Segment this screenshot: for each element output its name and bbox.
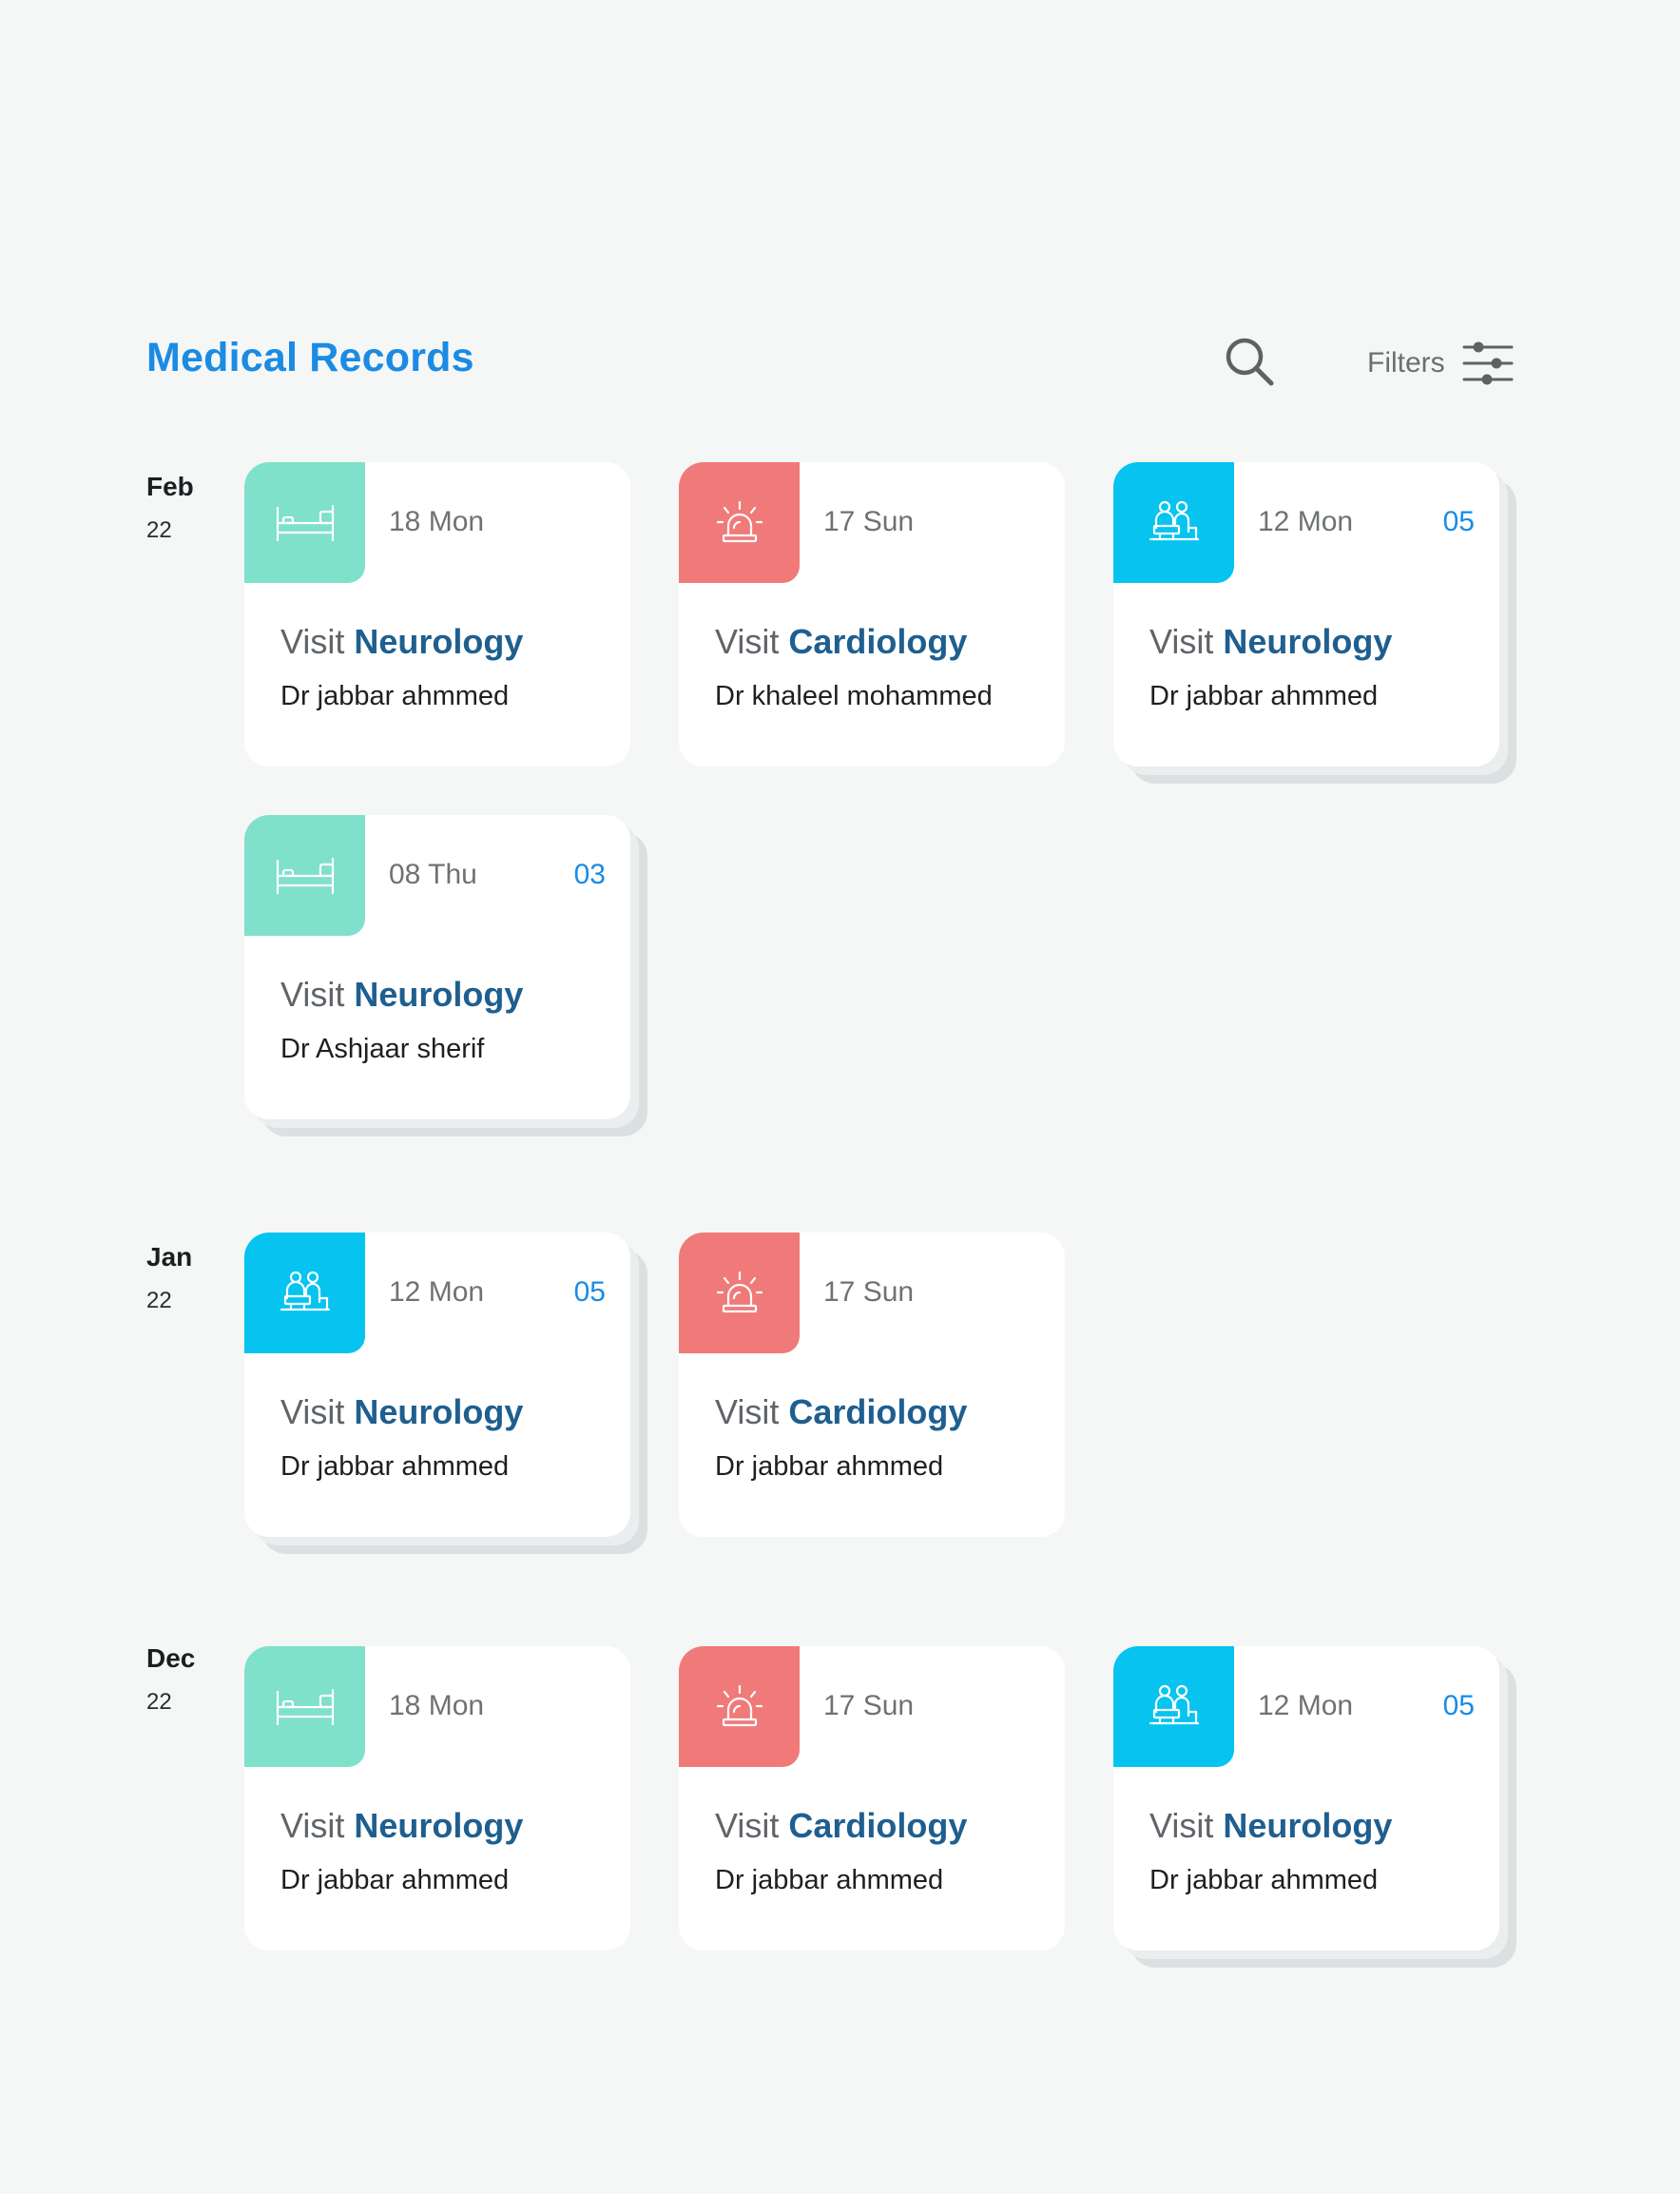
page-title: Medical Records [146, 335, 474, 380]
card-body: 17 Sun Visit Cardiology Dr khaleel mohamme… [679, 462, 1065, 767]
visit-title: Visit Cardiology [715, 1806, 967, 1846]
visit-prefix: Visit [715, 622, 780, 661]
visit-prefix: Visit [715, 1392, 780, 1431]
siren-icon [679, 1233, 800, 1353]
month-year: 22 [146, 1288, 172, 1313]
hospital-bed-icon [244, 1646, 365, 1767]
visit-prefix: Visit [715, 1806, 780, 1845]
siren-icon [679, 462, 800, 583]
record-count: 05 [1442, 506, 1475, 537]
visit-date: 12 Mon [389, 1276, 485, 1308]
department-name: Neurology [354, 975, 524, 1014]
card-body: 12 Mon 05 Visit Neurology Dr jabbar ahmmed [244, 1233, 630, 1537]
department-name: Neurology [354, 1806, 524, 1845]
doctor-name: Dr Ashjaar sherif [280, 1034, 485, 1064]
visit-title: Visit Neurology [280, 622, 523, 662]
search-button[interactable] [1223, 335, 1276, 388]
record-card-neurology[interactable]: 12 Mon 05 Visit Neurology Dr jabbar ahmmed [1113, 462, 1516, 784]
doctor-consultation-icon [1113, 462, 1234, 583]
visit-date: 17 Sun [823, 1690, 915, 1721]
record-count: 05 [573, 1276, 606, 1308]
card-body: 08 Thu 03 Visit Neurology Dr Ashjaar sherif [244, 815, 630, 1119]
doctor-name: Dr jabbar ahmmed [280, 1451, 510, 1482]
visit-title: Visit Cardiology [715, 622, 967, 662]
siren-icon [679, 1646, 800, 1767]
hospital-bed-icon [244, 815, 365, 936]
month-year: 22 [146, 1689, 172, 1715]
month-name: Feb [146, 472, 194, 501]
visit-prefix: Visit [280, 975, 345, 1014]
card-body: 17 Sun Visit Cardiology Dr jabbar ahmmed [679, 1646, 1065, 1951]
visit-prefix: Visit [280, 1392, 345, 1431]
visit-prefix: Visit [280, 622, 345, 661]
doctor-name: Dr jabbar ahmmed [715, 1865, 944, 1895]
card-body: 18 Mon Visit Neurology Dr jabbar ahmmed [244, 462, 630, 767]
department-name: Cardiology [788, 622, 968, 661]
visit-prefix: Visit [1149, 622, 1214, 661]
department-name: Neurology [1223, 1806, 1393, 1845]
doctor-name: Dr jabbar ahmmed [280, 1865, 510, 1895]
month-name: Jan [146, 1242, 193, 1272]
record-card-neurology[interactable]: 12 Mon 05 Visit Neurology Dr jabbar ahmmed [244, 1233, 647, 1554]
record-card-cardiology[interactable]: 17 Sun Visit Cardiology Dr jabbar ahmmed [679, 1646, 1065, 1951]
record-card-neurology[interactable]: 08 Thu 03 Visit Neurology Dr Ashjaar sherif [244, 815, 647, 1136]
visit-title: Visit Neurology [1149, 622, 1392, 662]
doctor-consultation-icon [1113, 1646, 1234, 1767]
record-card-neurology[interactable]: 18 Mon Visit Neurology Dr jabbar ahmmed [244, 462, 630, 767]
visit-date: 12 Mon [1258, 1690, 1354, 1721]
visit-date: 18 Mon [389, 506, 485, 537]
visit-title: Visit Cardiology [715, 1392, 967, 1432]
doctor-name: Dr jabbar ahmmed [1149, 1865, 1379, 1895]
doctor-name: Dr jabbar ahmmed [1149, 681, 1379, 711]
doctor-name: Dr jabbar ahmmed [715, 1451, 944, 1482]
month-label-feb: Feb 22 [146, 474, 194, 542]
card-body: 18 Mon Visit Neurology Dr jabbar ahmmed [244, 1646, 630, 1951]
visit-title: Visit Neurology [280, 975, 523, 1015]
visit-date: 17 Sun [823, 1276, 915, 1308]
visit-title: Visit Neurology [280, 1806, 523, 1846]
visit-prefix: Visit [280, 1806, 345, 1845]
visit-title: Visit Neurology [280, 1392, 523, 1432]
department-name: Cardiology [788, 1806, 968, 1845]
visit-date: 18 Mon [389, 1690, 485, 1721]
card-body: 12 Mon 05 Visit Neurology Dr jabbar ahmmed [1113, 462, 1499, 767]
visit-date: 08 Thu [389, 859, 477, 890]
sliders-icon [1462, 341, 1514, 385]
month-name: Dec [146, 1643, 196, 1673]
doctor-consultation-icon [244, 1233, 365, 1353]
department-name: Neurology [354, 622, 524, 661]
visit-date: 17 Sun [823, 506, 915, 537]
doctor-name: Dr jabbar ahmmed [280, 681, 510, 711]
record-count: 03 [573, 859, 606, 890]
department-name: Neurology [354, 1392, 524, 1431]
filters-button[interactable]: Filters [1367, 339, 1514, 388]
record-card-cardiology[interactable]: 17 Sun Visit Cardiology Dr jabbar ahmmed [679, 1233, 1065, 1537]
month-label-dec: Dec 22 [146, 1645, 195, 1714]
department-name: Neurology [1223, 622, 1393, 661]
visit-prefix: Visit [1149, 1806, 1214, 1845]
record-count: 05 [1442, 1690, 1475, 1721]
department-name: Cardiology [788, 1392, 968, 1431]
card-body: 17 Sun Visit Cardiology Dr jabbar ahmmed [679, 1233, 1065, 1537]
hospital-bed-icon [244, 462, 365, 583]
record-card-neurology[interactable]: 12 Mon 05 Visit Neurology Dr jabbar ahmmed [1113, 1646, 1516, 1968]
visit-date: 12 Mon [1258, 506, 1354, 537]
record-card-cardiology[interactable]: 17 Sun Visit Cardiology Dr khaleel mohamme… [679, 462, 1065, 767]
month-year: 22 [146, 517, 172, 543]
record-card-neurology[interactable]: 18 Mon Visit Neurology Dr jabbar ahmmed [244, 1646, 630, 1951]
search-icon [1226, 338, 1274, 386]
card-body: 12 Mon 05 Visit Neurology Dr jabbar ahmmed [1113, 1646, 1499, 1951]
month-label-jan: Jan 22 [146, 1244, 192, 1312]
doctor-name: Dr khaleel mohammed [715, 681, 993, 711]
filters-label: Filters [1367, 347, 1445, 379]
visit-title: Visit Neurology [1149, 1806, 1392, 1846]
